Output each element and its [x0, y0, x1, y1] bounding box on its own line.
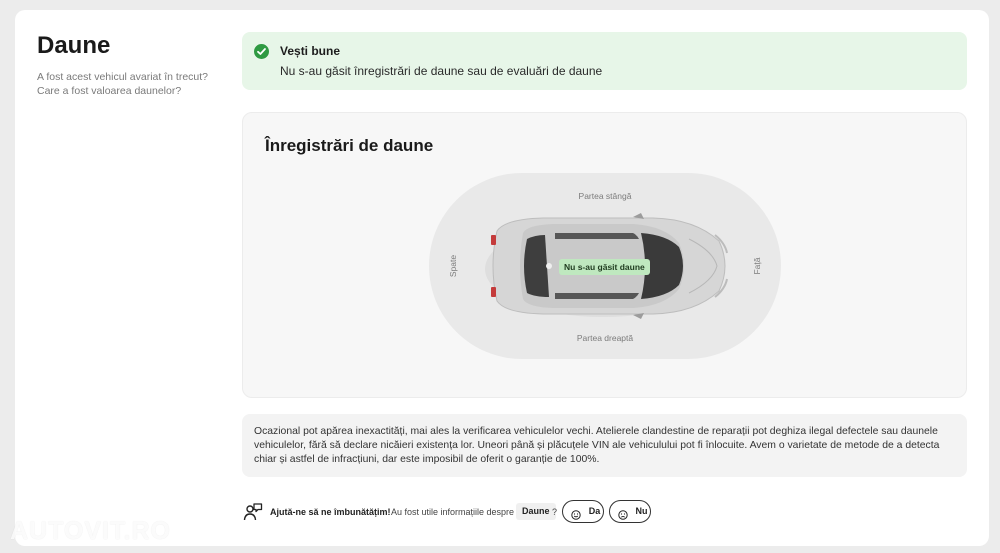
feedback-yes-label: Da — [588, 506, 601, 516]
feedback-bar: Ajută-ne să ne îmbunătățim! Au fost util… — [243, 500, 843, 526]
feedback-question-mark: ? — [552, 507, 558, 517]
feedback-topic-chip: Daune — [516, 503, 556, 520]
feedback-title: Ajută-ne să ne îmbunătățim! — [270, 507, 391, 517]
damage-records-panel: Înregistrări de daune Partea stângă Part… — [242, 112, 967, 398]
feedback-yes-button[interactable]: Da — [562, 500, 604, 523]
happy-face-icon — [571, 507, 581, 528]
damage-section-card: Daune A fost acest vehicul avariat în tr… — [15, 10, 989, 546]
feedback-no-button[interactable]: Nu — [609, 500, 651, 523]
label-left-side: Partea stângă — [578, 191, 632, 201]
label-front: Față — [752, 257, 762, 275]
feedback-people-icon — [243, 502, 263, 527]
accuracy-disclaimer: Ocazional pot apărea inexactități, mai a… — [242, 414, 967, 477]
page-subtitle: A fost acest vehicul avariat în trecut? … — [37, 71, 209, 97]
good-news-text: Nu s-au găsit înregistrări de daune sau … — [280, 64, 603, 78]
car-damage-diagram: Partea stângă Partea dreaptă Spate Față — [243, 113, 968, 399]
feedback-no-label: Nu — [635, 506, 648, 516]
sad-face-icon — [618, 507, 628, 528]
label-rear: Spate — [448, 254, 458, 278]
feedback-question: Au fost utile informațiile despre — [391, 507, 515, 517]
label-right-side: Partea dreaptă — [576, 333, 634, 343]
check-circle-icon — [254, 44, 269, 59]
site-watermark: AUTOVIT.RO — [10, 517, 171, 545]
no-damage-badge: Nu s-au găsit daune — [559, 259, 650, 275]
page-title: Daune — [37, 32, 111, 59]
good-news-title: Vești bune — [280, 44, 341, 58]
good-news-banner: Vești bune Nu s-au găsit înregistrări de… — [242, 32, 967, 90]
